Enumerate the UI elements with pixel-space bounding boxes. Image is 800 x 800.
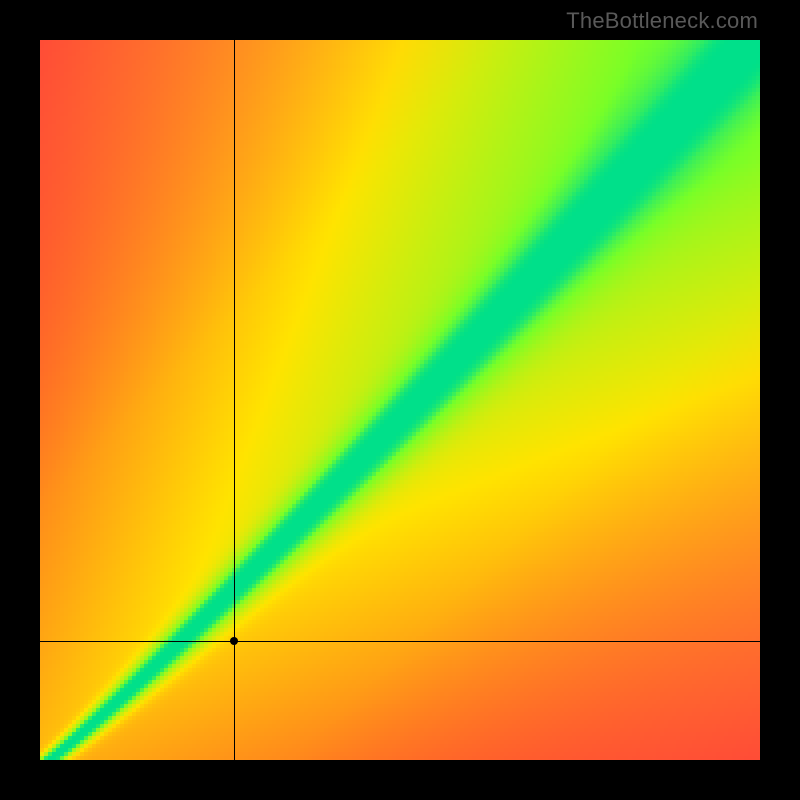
chart-frame: TheBottleneck.com: [0, 0, 800, 800]
data-point-marker: [230, 637, 238, 645]
crosshair-horizontal: [40, 641, 760, 642]
heatmap-plot: [40, 40, 760, 760]
heatmap-canvas: [40, 40, 760, 760]
crosshair-vertical: [234, 40, 235, 760]
watermark-text: TheBottleneck.com: [566, 8, 758, 34]
